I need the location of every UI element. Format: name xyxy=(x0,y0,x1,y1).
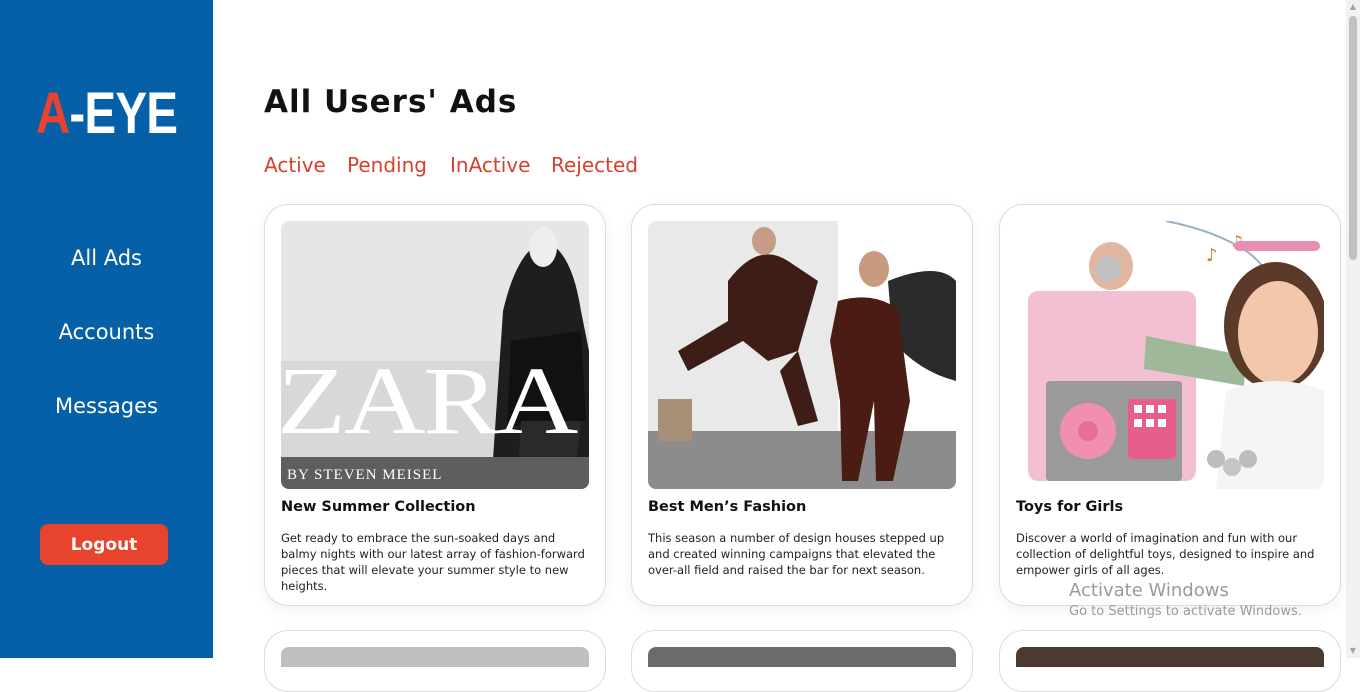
tab-active[interactable]: Active xyxy=(264,153,326,177)
sidebar-item-all-ads[interactable]: All Ads xyxy=(0,246,213,270)
logout-button[interactable]: Logout xyxy=(40,524,168,565)
scrollbar-thumb[interactable] xyxy=(1349,16,1357,260)
logo-accent: A xyxy=(35,81,70,146)
ad-image xyxy=(281,647,589,667)
ad-card[interactable]: ZARA BY STEVEN MEISEL New Summer Collect… xyxy=(264,204,606,606)
ad-image: ZARA BY STEVEN MEISEL xyxy=(281,221,589,489)
windows-activation-watermark: Activate Windows Go to Settings to activ… xyxy=(1069,580,1302,619)
ad-card[interactable]: Best Men’s Fashion This season a number … xyxy=(631,204,973,606)
ad-description: Discover a world of imagination and fun … xyxy=(1016,531,1315,577)
watermark-title: Activate Windows xyxy=(1069,580,1229,601)
page-title: All Users' Ads xyxy=(264,84,518,120)
svg-text:♪: ♪ xyxy=(1206,245,1218,266)
tab-pending[interactable]: Pending xyxy=(347,153,427,177)
ad-card[interactable] xyxy=(264,630,606,692)
page-scrollbar[interactable]: ▲ ▼ xyxy=(1346,0,1360,658)
scroll-down-icon[interactable]: ▼ xyxy=(1346,644,1360,658)
sidebar-item-messages[interactable]: Messages xyxy=(0,394,213,418)
ad-title: Toys for Girls xyxy=(1016,499,1124,515)
sidebar-item-accounts[interactable]: Accounts xyxy=(0,320,213,344)
ad-title: Best Men’s Fashion xyxy=(648,499,807,515)
watermark-subtitle: Go to Settings to activate Windows. xyxy=(1069,604,1302,619)
tab-inactive[interactable]: InActive xyxy=(450,153,530,177)
ad-description: This season a number of design houses st… xyxy=(648,531,945,577)
app-logo[interactable]: A-EYE xyxy=(19,84,194,144)
ad-image xyxy=(648,221,956,489)
tab-rejected[interactable]: Rejected xyxy=(551,153,638,177)
ad-image: ♪ ♫ xyxy=(1016,221,1324,489)
ad-description: Get ready to embrace the sun-soaked days… xyxy=(281,531,585,593)
sidebar: A-EYE All Ads Accounts Messages Logout xyxy=(0,0,213,658)
ad-image xyxy=(648,647,956,667)
ad-image-caption: BY STEVEN MEISEL xyxy=(287,467,443,483)
ad-card[interactable] xyxy=(999,630,1341,692)
ad-image-brand: ZARA xyxy=(281,347,578,454)
ad-card[interactable]: ♪ ♫ Toys for Girls Discover a world xyxy=(999,204,1341,606)
logo-rest: -EYE xyxy=(69,81,178,146)
ad-card[interactable] xyxy=(631,630,973,692)
ad-image xyxy=(1016,647,1324,667)
scroll-up-icon[interactable]: ▲ xyxy=(1346,0,1360,14)
ad-title: New Summer Collection xyxy=(281,499,476,515)
